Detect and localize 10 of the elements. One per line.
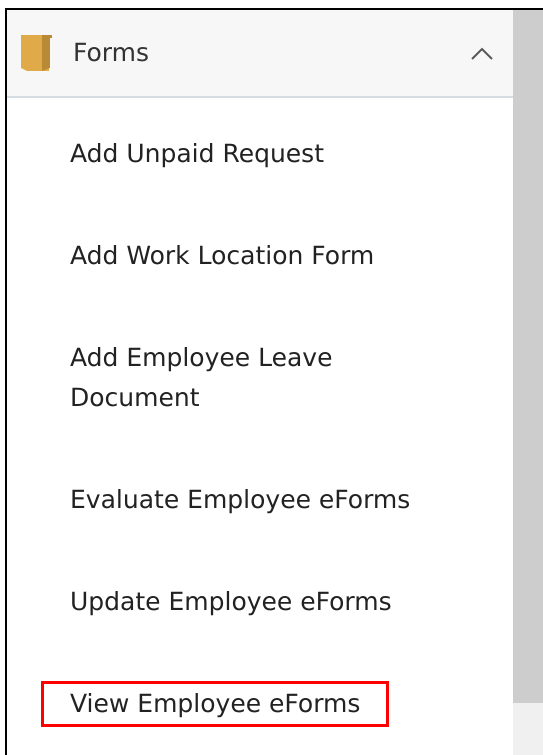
menu-item[interactable]: Evaluate Employee eForms xyxy=(41,477,440,523)
section-title: Forms xyxy=(73,37,150,70)
menu-item[interactable]: Add Work Location Form xyxy=(41,233,404,279)
menu-item[interactable]: View Employee eForms xyxy=(41,681,390,727)
menu-item[interactable]: Add Employee Leave Document xyxy=(41,335,461,421)
menu-item[interactable]: Add Unpaid Request xyxy=(41,131,353,177)
menu-item[interactable]: Update Employee eForms xyxy=(41,579,421,625)
scrollbar-thumb[interactable] xyxy=(513,10,543,703)
section-header[interactable]: Forms xyxy=(7,10,513,98)
folder-icon xyxy=(20,33,54,73)
